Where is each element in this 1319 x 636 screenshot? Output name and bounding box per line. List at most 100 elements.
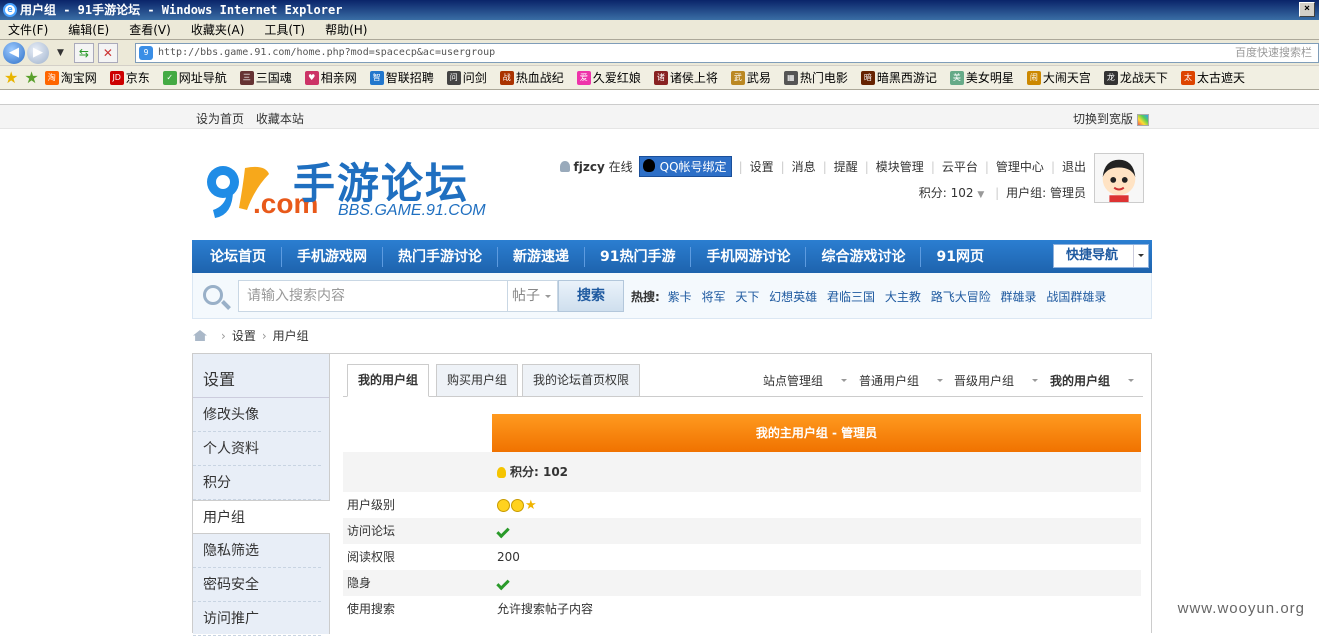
fav-item[interactable]: 龙龙战天下: [1103, 69, 1168, 86]
fav-item[interactable]: 暗暗黑西游记: [860, 69, 937, 86]
menu-view[interactable]: 查看(V): [129, 21, 171, 38]
sidebar-title: 设置: [193, 354, 329, 398]
history-dropdown-icon[interactable]: ▼: [57, 48, 64, 58]
fav-item[interactable]: 战热血战纪: [499, 69, 564, 86]
hot-search-item[interactable]: 君临三国: [827, 290, 875, 304]
main-nav: 论坛首页 手机游戏网 热门手游讨论 新游速递 91热门手游 手机网游讨论 综合游…: [192, 240, 1152, 273]
fav-item[interactable]: ✓ 网址导航: [162, 69, 227, 86]
menu-tools[interactable]: 工具(T): [264, 21, 305, 38]
breadcrumb-settings[interactable]: 设置: [232, 327, 256, 344]
fav-item[interactable]: 淘淘宝网: [44, 69, 97, 86]
tab-my-usergroup[interactable]: 我的用户组: [347, 364, 430, 397]
group-promotion[interactable]: 晋级用户组: [954, 372, 1039, 389]
nav-new-games[interactable]: 新游速递: [498, 246, 585, 267]
group-mine[interactable]: 我的用户组: [1050, 372, 1135, 389]
group-site-admin[interactable]: 站点管理组: [763, 372, 848, 389]
fav-item[interactable]: 闹大闹天宫: [1026, 69, 1091, 86]
nav-forum-home[interactable]: 论坛首页: [195, 246, 282, 267]
search-button[interactable]: 搜索: [558, 280, 624, 312]
module-manage-link[interactable]: 模块管理: [876, 158, 924, 175]
nav-general-discussion[interactable]: 综合游戏讨论: [806, 246, 922, 267]
tab-homepage-permission[interactable]: 我的论坛首页权限: [522, 364, 641, 397]
sidebar-item-avatar[interactable]: 修改头像: [193, 398, 321, 432]
nav-91-hot[interactable]: 91热门手游: [585, 246, 692, 267]
fav-item[interactable]: 爱久爱红娘: [576, 69, 641, 86]
points-dropdown[interactable]: 积分: 102 ▼: [919, 186, 985, 200]
menu-file[interactable]: 文件(F): [8, 21, 48, 38]
settings-link[interactable]: 设置: [750, 158, 774, 175]
switch-wide-link[interactable]: 切换到宽版: [1073, 110, 1149, 127]
hot-search-item[interactable]: 幻想英雄: [769, 290, 817, 304]
back-button[interactable]: ◀: [3, 41, 25, 64]
home-icon[interactable]: [193, 330, 207, 341]
qq-bind-button[interactable]: QQ帐号绑定: [638, 156, 732, 177]
chevron-down-icon: [937, 378, 944, 385]
admin-center-link[interactable]: 管理中心: [996, 158, 1044, 175]
sidebar-item-usergroup[interactable]: 用户组: [193, 500, 330, 534]
refresh-button[interactable]: ⇆: [73, 42, 94, 63]
bookmark-site-link[interactable]: 收藏本站: [256, 112, 304, 126]
username-link[interactable]: fjzcy: [574, 160, 605, 174]
fav-item[interactable]: 智智联招聘: [369, 69, 434, 86]
hot-search-item[interactable]: 将军: [701, 290, 725, 304]
logout-link[interactable]: 退出: [1062, 158, 1086, 175]
group-normal[interactable]: 普通用户组: [859, 372, 944, 389]
color-palette-icon: [1137, 113, 1149, 126]
sidebar-item-points[interactable]: 积分: [193, 466, 321, 500]
sidebar-item-privacy[interactable]: 隐私筛选: [193, 534, 321, 568]
search-type-select[interactable]: 帖子: [508, 280, 558, 312]
add-favorite-icon[interactable]: ★: [24, 68, 38, 87]
nav-hot-discussion[interactable]: 热门手游讨论: [383, 246, 498, 267]
tab-buy-usergroup[interactable]: 购买用户组: [436, 364, 519, 397]
hot-search-item[interactable]: 战国群雄录: [1046, 290, 1106, 304]
nav-mobile-games[interactable]: 手机游戏网: [282, 246, 383, 267]
nav-online-games[interactable]: 手机网游讨论: [691, 246, 807, 267]
tab-bar: 我的用户组 购买用户组 我的论坛首页权限 站点管理组 普通用户组 晋级用户组 我…: [343, 364, 1143, 397]
menu-favorites[interactable]: 收藏夹(A): [191, 21, 245, 38]
smiley-icon: [497, 499, 510, 512]
sidebar-item-password[interactable]: 密码安全: [193, 568, 321, 602]
fav-item[interactable]: 三三国魂: [239, 69, 292, 86]
top-strip: 设为首页 收藏本站 切换到宽版: [0, 105, 1319, 129]
quick-search-box[interactable]: 百度快速搜索栏: [1235, 44, 1312, 62]
fav-item[interactable]: 武武易: [730, 69, 771, 86]
search-input[interactable]: 请输入搜索内容: [238, 280, 508, 312]
menu-help[interactable]: 帮助(H): [325, 21, 367, 38]
hot-search-item[interactable]: 路飞大冒险: [931, 290, 991, 304]
fav-item[interactable]: ♥ 相亲网: [304, 69, 357, 86]
hot-search-item[interactable]: 紫卡: [668, 290, 692, 304]
logo-domain: BBS.GAME.91.COM: [338, 202, 486, 219]
stop-button[interactable]: ✕: [97, 42, 118, 63]
heart-icon: 爱: [576, 70, 591, 85]
fav-item[interactable]: 诸诸侯上将: [653, 69, 718, 86]
star-icon: 美: [949, 70, 964, 85]
site-logo[interactable]: .com 手游论坛 BBS.GAME.91.COM: [203, 150, 503, 230]
fav-item[interactable]: 太太古遮天: [1180, 69, 1245, 86]
user-icon: [559, 161, 570, 172]
sidebar-item-profile[interactable]: 个人资料: [193, 432, 321, 466]
forward-button[interactable]: ▶: [27, 41, 49, 64]
messages-link[interactable]: 消息: [792, 158, 816, 175]
notifications-link[interactable]: 提醒: [834, 158, 858, 175]
nav-91-web[interactable]: 91网页: [921, 247, 998, 267]
avatar[interactable]: [1094, 153, 1144, 203]
sidebar-item-promotion[interactable]: 访问推广: [193, 602, 321, 636]
hot-search-item[interactable]: 大主教: [885, 290, 921, 304]
favorites-star-icon[interactable]: ★: [4, 68, 18, 87]
hot-search-item[interactable]: 天下: [735, 290, 759, 304]
fav-item[interactable]: ▦ 热门电影: [783, 69, 848, 86]
game-icon: 龙: [1103, 70, 1118, 85]
cloud-platform-link[interactable]: 云平台: [942, 158, 978, 175]
menu-edit[interactable]: 编辑(E): [68, 21, 109, 38]
usergroup-link[interactable]: 用户组: 管理员: [1006, 186, 1086, 200]
chevron-down-icon: [1138, 254, 1144, 260]
close-window-icon[interactable]: ×: [1299, 2, 1315, 17]
table-row: 隐身: [343, 570, 1141, 596]
address-input[interactable]: 9 http://bbs.game.91.com/home.php?mod=sp…: [135, 43, 1319, 63]
set-homepage-link[interactable]: 设为首页: [196, 112, 244, 126]
fav-item[interactable]: 问问剑: [446, 69, 487, 86]
hot-search-item[interactable]: 群雄录: [1001, 290, 1037, 304]
quick-nav-button[interactable]: 快捷导航: [1053, 244, 1149, 268]
fav-item[interactable]: JD 京东: [109, 69, 150, 86]
fav-item[interactable]: 美美女明星: [949, 69, 1014, 86]
